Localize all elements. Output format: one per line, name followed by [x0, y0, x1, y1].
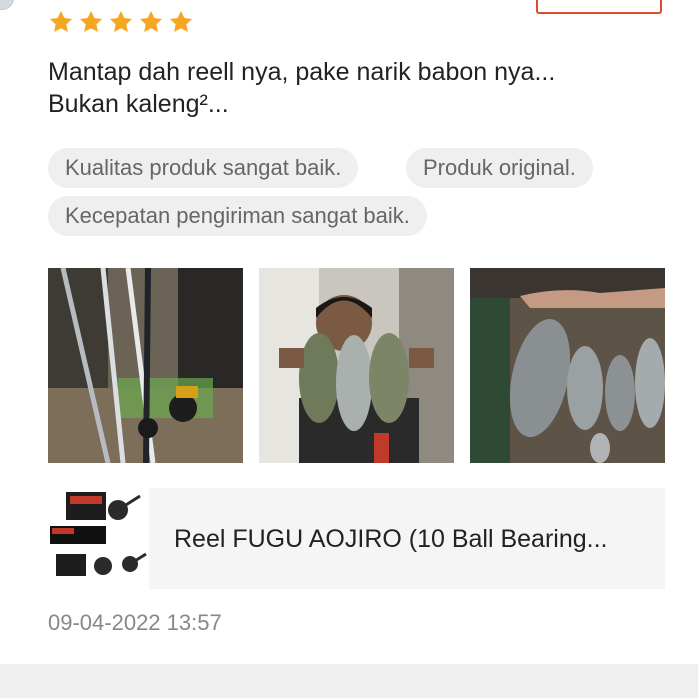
review-photo-fish-board[interactable] — [470, 268, 665, 463]
review-text-line: Mantap dah reell nya, pake narik babon n… — [48, 58, 556, 86]
review-photo-person-fish[interactable] — [259, 268, 454, 463]
action-button[interactable] — [536, 0, 662, 14]
review-tag: Kecepatan pengiriman sangat baik. — [48, 196, 427, 236]
review-tag: Produk original. — [406, 148, 593, 188]
star-icon — [109, 10, 133, 32]
review-timestamp: 09-04-2022 13:57 — [48, 610, 222, 635]
review-photo-fishing-rods[interactable] — [48, 268, 243, 463]
review-tag: Kualitas produk sangat baik. — [48, 148, 359, 188]
star-icon — [139, 10, 163, 32]
reviewer-avatar[interactable] — [0, 0, 14, 10]
product-thumbnail — [48, 488, 149, 589]
star-icon — [79, 10, 103, 32]
fishing-reel-product-icon — [48, 488, 149, 589]
review-text-line: Bukan kaleng²... — [48, 90, 229, 118]
section-divider — [0, 664, 698, 698]
person-holding-fish-photo-icon — [259, 268, 454, 463]
rating-stars — [48, 9, 194, 35]
star-icon — [169, 10, 193, 32]
product-card[interactable]: Reel FUGU AOJIRO (10 Ball Bearing... — [48, 488, 665, 589]
star-icon — [49, 10, 73, 32]
fish-on-board-photo-icon — [470, 268, 665, 463]
fishing-rods-photo-icon — [48, 268, 243, 463]
review-text: Mantap dah reell nya, pake narik babon n… — [48, 56, 648, 120]
product-name[interactable]: Reel FUGU AOJIRO (10 Ball Bearing... — [174, 524, 644, 554]
